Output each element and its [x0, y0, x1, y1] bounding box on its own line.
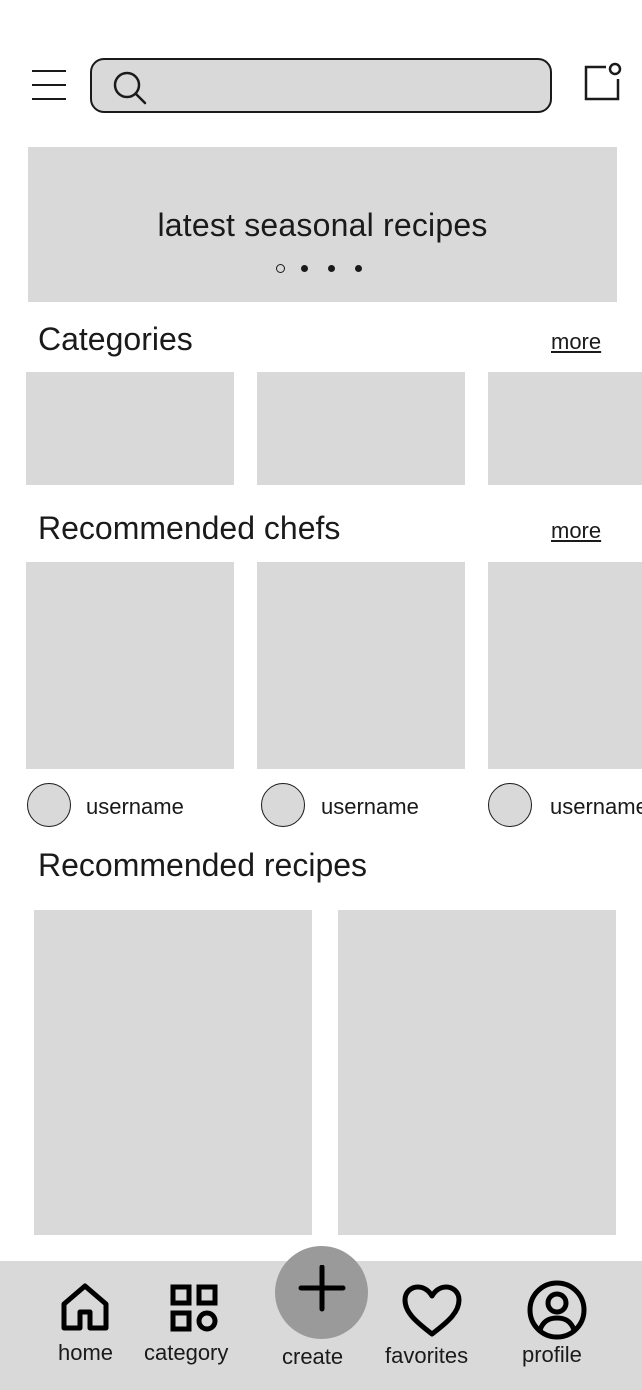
- category-card[interactable]: [257, 372, 465, 485]
- chef-username[interactable]: username: [550, 793, 642, 821]
- plus-icon: [297, 1264, 347, 1320]
- create-button[interactable]: [275, 1246, 368, 1339]
- chef-avatar[interactable]: [27, 783, 71, 827]
- profile-icon: [527, 1280, 587, 1345]
- categories-title: Categories: [38, 321, 193, 357]
- recommended-chefs-title: Recommended chefs: [38, 510, 341, 546]
- chefs-more-link[interactable]: more: [551, 518, 601, 544]
- hamburger-menu-icon[interactable]: [31, 68, 67, 104]
- carousel-dot[interactable]: [355, 265, 362, 272]
- search-input[interactable]: [154, 66, 538, 106]
- nav-label-category: category: [144, 1340, 229, 1365]
- recommended-recipes-title: Recommended recipes: [38, 847, 368, 883]
- search-bar[interactable]: [90, 58, 552, 113]
- recipe-card[interactable]: [338, 910, 616, 1235]
- chef-card[interactable]: [488, 562, 642, 769]
- categories-more-link[interactable]: more: [551, 329, 601, 355]
- home-icon: [60, 1282, 110, 1337]
- carousel-dot-active[interactable]: [276, 264, 285, 273]
- search-icon[interactable]: [112, 70, 148, 106]
- category-grid-icon: [168, 1282, 220, 1339]
- notification-icon[interactable]: [582, 61, 622, 101]
- nav-label-create[interactable]: create: [282, 1344, 343, 1370]
- recipe-card[interactable]: [34, 910, 312, 1235]
- carousel-dot[interactable]: [328, 265, 335, 272]
- nav-item-category[interactable]: category: [140, 1280, 248, 1386]
- heart-icon: [401, 1284, 463, 1343]
- chef-username[interactable]: username: [321, 793, 419, 821]
- chef-card[interactable]: [257, 562, 465, 769]
- banner-title: latest seasonal recipes: [157, 207, 488, 243]
- carousel-dot[interactable]: [301, 265, 308, 272]
- nav-label-profile: profile: [522, 1342, 582, 1367]
- seasonal-banner[interactable]: latest seasonal recipes: [28, 147, 617, 302]
- nav-item-home[interactable]: home: [50, 1280, 128, 1386]
- nav-item-favorites[interactable]: favorites: [380, 1280, 484, 1386]
- nav-item-profile[interactable]: profile: [516, 1280, 600, 1386]
- nav-label-home: home: [58, 1340, 114, 1365]
- chef-card[interactable]: [26, 562, 234, 769]
- nav-label-favorites: favorites: [385, 1343, 469, 1368]
- category-card[interactable]: [26, 372, 234, 485]
- chef-avatar[interactable]: [261, 783, 305, 827]
- chef-avatar[interactable]: [488, 783, 532, 827]
- category-card[interactable]: [488, 372, 642, 485]
- chef-username[interactable]: username: [86, 793, 184, 821]
